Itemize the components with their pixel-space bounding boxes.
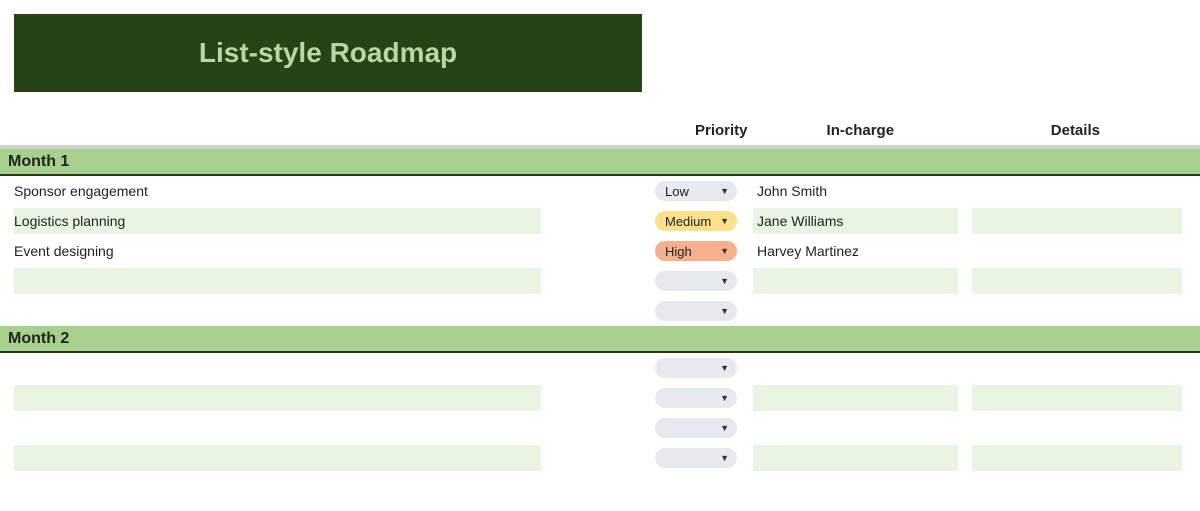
task-cell[interactable] [14, 268, 541, 294]
priority-cell: ▼ [655, 271, 747, 291]
task-cell[interactable] [14, 298, 541, 324]
incharge-cell[interactable] [753, 355, 958, 381]
details-cell[interactable] [972, 415, 1182, 441]
details-cell[interactable] [972, 445, 1182, 471]
table-row: ▼ [0, 266, 1200, 296]
chevron-down-icon: ▼ [720, 186, 729, 196]
incharge-cell[interactable] [753, 385, 958, 411]
task-cell[interactable] [14, 355, 541, 381]
details-cell[interactable] [972, 268, 1182, 294]
priority-dropdown[interactable]: ▼ [655, 448, 737, 468]
chevron-down-icon: ▼ [720, 306, 729, 316]
incharge-cell[interactable] [753, 445, 958, 471]
chevron-down-icon: ▼ [720, 276, 729, 286]
priority-cell: ▼ [655, 388, 747, 408]
priority-label: Medium [665, 214, 711, 229]
priority-cell: ▼ [655, 418, 747, 438]
incharge-cell[interactable]: John Smith [753, 178, 958, 204]
page-title-banner: List-style Roadmap [14, 14, 642, 92]
page-title: List-style Roadmap [199, 37, 457, 69]
header-incharge: In-charge [827, 122, 976, 139]
table-row: Sponsor engagement Low ▼ John Smith [0, 176, 1200, 206]
incharge-cell[interactable] [753, 415, 958, 441]
task-cell[interactable]: Event designing [14, 238, 541, 264]
priority-dropdown[interactable]: ▼ [655, 418, 737, 438]
table-row: ▼ [0, 383, 1200, 413]
task-cell[interactable]: Logistics planning [14, 208, 541, 234]
priority-cell: High ▼ [655, 241, 747, 261]
chevron-down-icon: ▼ [720, 453, 729, 463]
table-row: Event designing High ▼ Harvey Martinez [0, 236, 1200, 266]
priority-dropdown[interactable]: Low ▼ [655, 181, 737, 201]
priority-cell: ▼ [655, 358, 747, 378]
details-cell[interactable] [972, 298, 1182, 324]
priority-cell: ▼ [655, 448, 747, 468]
table-row: ▼ [0, 353, 1200, 383]
incharge-cell[interactable] [753, 268, 958, 294]
priority-dropdown[interactable]: ▼ [655, 301, 737, 321]
table-row: ▼ [0, 413, 1200, 443]
chevron-down-icon: ▼ [720, 363, 729, 373]
priority-dropdown[interactable]: ▼ [655, 358, 737, 378]
task-cell[interactable] [14, 385, 541, 411]
priority-cell: ▼ [655, 301, 747, 321]
task-cell[interactable]: Sponsor engagement [14, 178, 541, 204]
priority-cell: Low ▼ [655, 181, 747, 201]
chevron-down-icon: ▼ [720, 393, 729, 403]
chevron-down-icon: ▼ [720, 246, 729, 256]
incharge-cell[interactable] [753, 298, 958, 324]
details-cell[interactable] [972, 355, 1182, 381]
details-cell[interactable] [972, 208, 1182, 234]
priority-dropdown[interactable]: Medium ▼ [655, 211, 737, 231]
task-cell[interactable] [14, 445, 541, 471]
table-row: ▼ [0, 443, 1200, 473]
chevron-down-icon: ▼ [720, 216, 729, 226]
priority-dropdown[interactable]: High ▼ [655, 241, 737, 261]
table-row: ▼ [0, 296, 1200, 326]
roadmap-body: Month 1Sponsor engagementLow▼John SmithL… [0, 149, 1200, 473]
priority-cell: Medium ▼ [655, 211, 747, 231]
chevron-down-icon: ▼ [720, 423, 729, 433]
column-headers: Priority In-charge Details [0, 122, 1200, 145]
priority-dropdown[interactable]: ▼ [655, 271, 737, 291]
header-priority: Priority [695, 122, 787, 139]
priority-dropdown[interactable]: ▼ [655, 388, 737, 408]
priority-label: Low [665, 184, 689, 199]
details-cell[interactable] [972, 238, 1182, 264]
table-row: Logistics planning Medium ▼ Jane Williams [0, 206, 1200, 236]
incharge-cell[interactable]: Harvey Martinez [753, 238, 958, 264]
task-cell[interactable] [14, 415, 541, 441]
details-cell[interactable] [972, 178, 1182, 204]
priority-label: High [665, 244, 692, 259]
header-details: Details [1051, 122, 1200, 139]
group-header: Month 2 [0, 326, 1200, 353]
incharge-cell[interactable]: Jane Williams [753, 208, 958, 234]
details-cell[interactable] [972, 385, 1182, 411]
group-header: Month 1 [0, 149, 1200, 176]
